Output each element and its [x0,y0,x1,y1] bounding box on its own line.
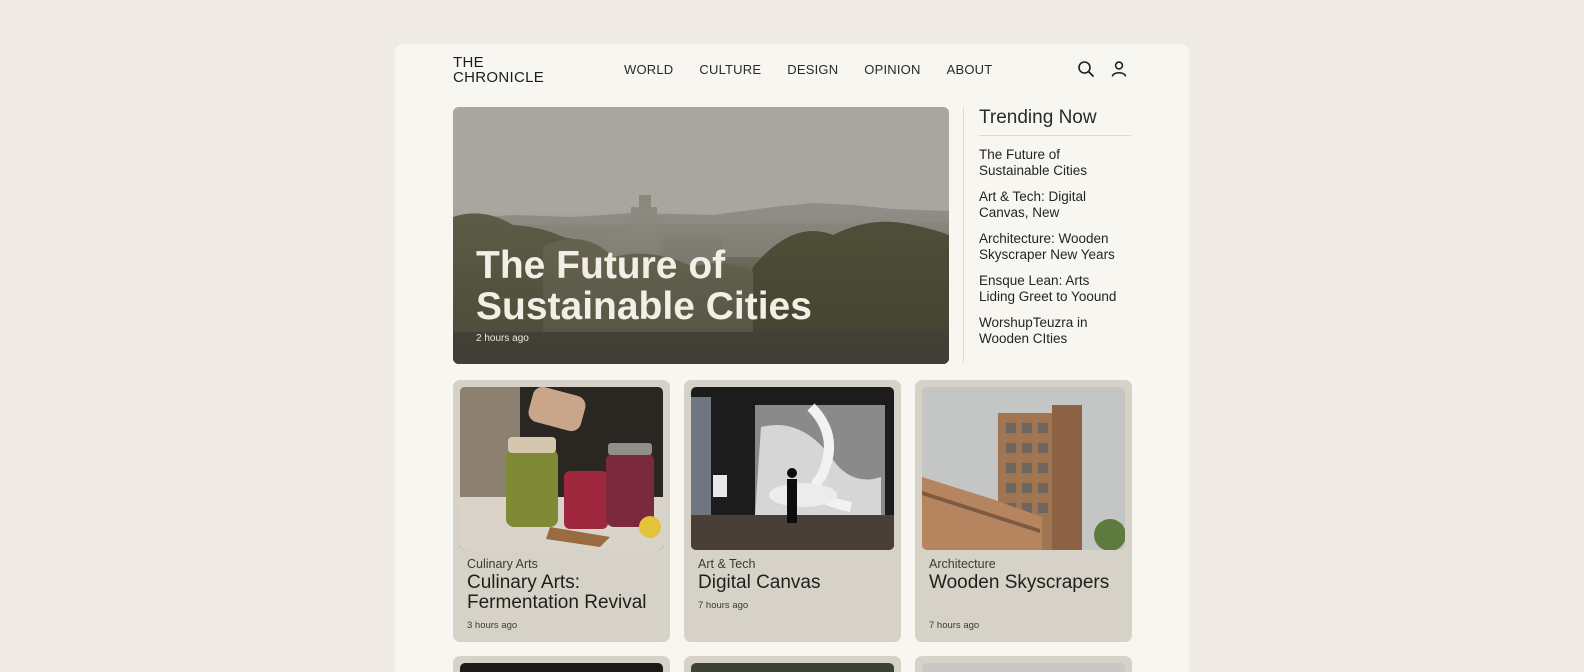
logo-line-2: CHRONICLE [453,69,545,86]
article-card-architecture[interactable]: Architecture Wooden Skyscrapers 7 hours … [915,380,1132,642]
trending-item[interactable]: Ensque Lean: Arts Liding Greet to Yoound [979,273,1129,304]
search-icon[interactable] [1076,59,1096,79]
logo-line-1: THE [453,54,484,71]
trending-item[interactable]: Art & Tech: Digital Canvas, New [979,189,1101,220]
trending-list: The Future of Sustainable Cities Art & T… [979,147,1131,357]
card-image [691,663,894,672]
card-title[interactable]: Digital Canvas [698,573,893,593]
page-container: THE CHRONICLE WORLD CULTURE DESIGN OPINI… [395,44,1189,672]
nav-design[interactable]: DESIGN [787,62,838,77]
trending-sidebar: Trending Now The Future of Sustainable C… [963,107,1131,363]
card-category: Art & Tech [698,557,756,571]
card-timestamp: 3 hours ago [467,620,518,631]
card-timestamp: 7 hours ago [929,620,980,631]
article-card-digital[interactable]: Art & Tech Digital Canvas 7 hours ago [684,380,901,642]
card-image [691,387,894,550]
hero-title[interactable]: The Future of Sustainable Cities [476,245,916,327]
card-image [460,663,663,672]
main-nav: WORLD CULTURE DESIGN OPINION ABOUT [624,62,1018,77]
trending-item[interactable]: Architecture: Wooden Skyscraper New Year… [979,231,1119,262]
card-image [922,387,1125,550]
nav-culture[interactable]: CULTURE [699,62,761,77]
article-card-next[interactable] [453,656,670,672]
card-image [460,387,663,550]
card-timestamp: 7 hours ago [698,600,749,611]
nav-about[interactable]: ABOUT [947,62,993,77]
article-card-next[interactable] [915,656,1132,672]
card-title[interactable]: Wooden Skyscrapers [929,573,1124,593]
article-card-next[interactable] [684,656,901,672]
card-image [922,663,1125,672]
trending-title: Trending Now [979,107,1131,136]
site-header: THE CHRONICLE WORLD CULTURE DESIGN OPINI… [453,44,1129,106]
nav-world[interactable]: WORLD [624,62,673,77]
card-category: Architecture [929,557,996,571]
article-card-culinary[interactable]: Culinary Arts Culinary Arts: Fermentatio… [453,380,670,642]
card-category: Culinary Arts [467,557,538,571]
hero-article[interactable]: The Future of Sustainable Cities 2 hours… [453,107,949,364]
user-icon[interactable] [1109,59,1129,79]
trending-item[interactable]: WorshupTeuzra in Wooden CIties [979,315,1101,346]
nav-opinion[interactable]: OPINION [864,62,920,77]
card-title[interactable]: Culinary Arts: Fermentation Revival [467,573,662,613]
hero-timestamp: 2 hours ago [476,333,529,344]
site-logo[interactable]: THE CHRONICLE [453,55,544,85]
trending-item[interactable]: The Future of Sustainable Cities [979,147,1101,178]
